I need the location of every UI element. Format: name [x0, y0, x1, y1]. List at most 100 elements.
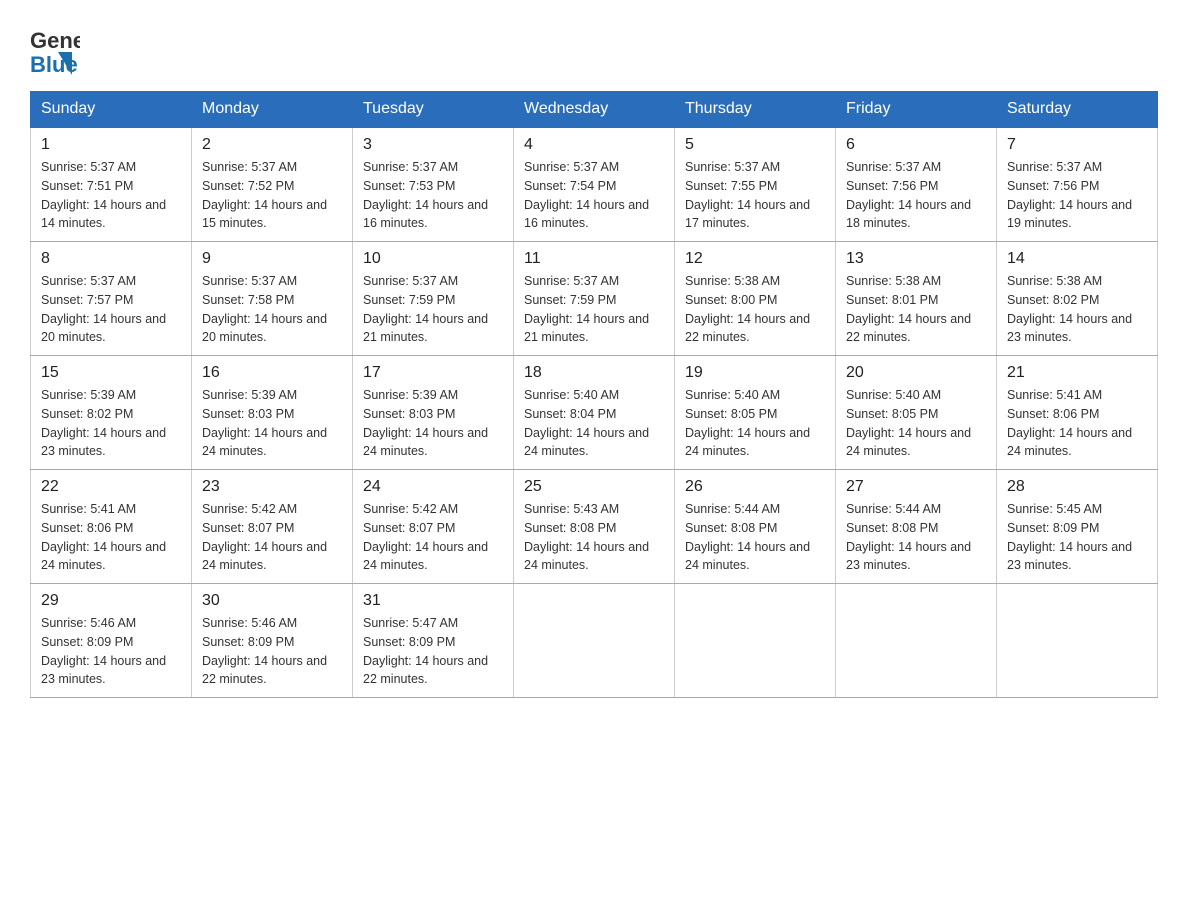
day-number: 13 — [846, 250, 986, 268]
calendar-cell — [514, 584, 675, 698]
day-number: 30 — [202, 592, 342, 610]
svg-text:General: General — [30, 28, 80, 53]
day-info: Sunrise: 5:37 AMSunset: 7:53 PMDaylight:… — [363, 158, 503, 233]
page-header: General Blue — [30, 20, 1158, 81]
day-info: Sunrise: 5:44 AMSunset: 8:08 PMDaylight:… — [685, 500, 825, 575]
day-number: 31 — [363, 592, 503, 610]
day-info: Sunrise: 5:37 AMSunset: 7:58 PMDaylight:… — [202, 272, 342, 347]
day-number: 12 — [685, 250, 825, 268]
day-number: 11 — [524, 250, 664, 268]
calendar-cell: 10 Sunrise: 5:37 AMSunset: 7:59 PMDayligh… — [353, 242, 514, 356]
day-info: Sunrise: 5:40 AMSunset: 8:04 PMDaylight:… — [524, 386, 664, 461]
calendar-cell: 22 Sunrise: 5:41 AMSunset: 8:06 PMDayligh… — [31, 470, 192, 584]
calendar-cell: 7 Sunrise: 5:37 AMSunset: 7:56 PMDaylight… — [997, 127, 1158, 242]
calendar-cell: 21Sunrise: 5:41 AMSunset: 8:06 PMDayligh… — [997, 356, 1158, 470]
day-number: 10 — [363, 250, 503, 268]
day-info: Sunrise: 5:46 AMSunset: 8:09 PMDaylight:… — [41, 614, 181, 689]
calendar-cell: 5 Sunrise: 5:37 AMSunset: 7:55 PMDaylight… — [675, 127, 836, 242]
day-info: Sunrise: 5:37 AMSunset: 7:52 PMDaylight:… — [202, 158, 342, 233]
weekday-header-thursday: Thursday — [675, 92, 836, 128]
weekday-header-sunday: Sunday — [31, 92, 192, 128]
day-info: Sunrise: 5:39 AMSunset: 8:02 PMDaylight:… — [41, 386, 181, 461]
day-info: Sunrise: 5:42 AMSunset: 8:07 PMDaylight:… — [363, 500, 503, 575]
day-number: 9 — [202, 250, 342, 268]
day-info: Sunrise: 5:40 AMSunset: 8:05 PMDaylight:… — [846, 386, 986, 461]
day-number: 1 — [41, 136, 181, 154]
day-number: 6 — [846, 136, 986, 154]
calendar-cell: 27 Sunrise: 5:44 AMSunset: 8:08 PMDayligh… — [836, 470, 997, 584]
calendar-week-row: 29 Sunrise: 5:46 AMSunset: 8:09 PMDayligh… — [31, 584, 1158, 698]
calendar-header-row: SundayMondayTuesdayWednesdayThursdayFrid… — [31, 92, 1158, 128]
day-number: 25 — [524, 478, 664, 496]
calendar-cell: 26 Sunrise: 5:44 AMSunset: 8:08 PMDayligh… — [675, 470, 836, 584]
weekday-header-saturday: Saturday — [997, 92, 1158, 128]
day-info: Sunrise: 5:37 AMSunset: 7:56 PMDaylight:… — [846, 158, 986, 233]
day-info: Sunrise: 5:42 AMSunset: 8:07 PMDaylight:… — [202, 500, 342, 575]
calendar-cell: 17Sunrise: 5:39 AMSunset: 8:03 PMDayligh… — [353, 356, 514, 470]
day-number: 5 — [685, 136, 825, 154]
calendar-cell: 8 Sunrise: 5:37 AMSunset: 7:57 PMDaylight… — [31, 242, 192, 356]
calendar-table: SundayMondayTuesdayWednesdayThursdayFrid… — [30, 91, 1158, 698]
day-number: 4 — [524, 136, 664, 154]
day-number: 19 — [685, 364, 825, 382]
day-number: 16 — [202, 364, 342, 382]
calendar-cell: 16 Sunrise: 5:39 AMSunset: 8:03 PMDayligh… — [192, 356, 353, 470]
day-number: 7 — [1007, 136, 1147, 154]
calendar-cell: 30Sunrise: 5:46 AMSunset: 8:09 PMDayligh… — [192, 584, 353, 698]
calendar-cell — [997, 584, 1158, 698]
day-info: Sunrise: 5:39 AMSunset: 8:03 PMDaylight:… — [363, 386, 503, 461]
calendar-cell: 9 Sunrise: 5:37 AMSunset: 7:58 PMDaylight… — [192, 242, 353, 356]
day-info: Sunrise: 5:38 AMSunset: 8:02 PMDaylight:… — [1007, 272, 1147, 347]
weekday-header-friday: Friday — [836, 92, 997, 128]
day-number: 18 — [524, 364, 664, 382]
calendar-week-row: 22 Sunrise: 5:41 AMSunset: 8:06 PMDayligh… — [31, 470, 1158, 584]
day-info: Sunrise: 5:43 AMSunset: 8:08 PMDaylight:… — [524, 500, 664, 575]
weekday-header-tuesday: Tuesday — [353, 92, 514, 128]
weekday-header-monday: Monday — [192, 92, 353, 128]
day-number: 22 — [41, 478, 181, 496]
day-info: Sunrise: 5:37 AMSunset: 7:51 PMDaylight:… — [41, 158, 181, 233]
day-info: Sunrise: 5:38 AMSunset: 8:00 PMDaylight:… — [685, 272, 825, 347]
day-info: Sunrise: 5:41 AMSunset: 8:06 PMDaylight:… — [41, 500, 181, 575]
day-info: Sunrise: 5:44 AMSunset: 8:08 PMDaylight:… — [846, 500, 986, 575]
calendar-cell: 14Sunrise: 5:38 AMSunset: 8:02 PMDayligh… — [997, 242, 1158, 356]
day-number: 8 — [41, 250, 181, 268]
day-number: 23 — [202, 478, 342, 496]
day-info: Sunrise: 5:37 AMSunset: 7:59 PMDaylight:… — [363, 272, 503, 347]
calendar-cell: 4 Sunrise: 5:37 AMSunset: 7:54 PMDaylight… — [514, 127, 675, 242]
day-info: Sunrise: 5:37 AMSunset: 7:59 PMDaylight:… — [524, 272, 664, 347]
weekday-header-wednesday: Wednesday — [514, 92, 675, 128]
calendar-cell: 18 Sunrise: 5:40 AMSunset: 8:04 PMDayligh… — [514, 356, 675, 470]
calendar-cell — [836, 584, 997, 698]
day-number: 3 — [363, 136, 503, 154]
calendar-cell: 13 Sunrise: 5:38 AMSunset: 8:01 PMDayligh… — [836, 242, 997, 356]
calendar-cell: 25 Sunrise: 5:43 AMSunset: 8:08 PMDayligh… — [514, 470, 675, 584]
calendar-cell: 2 Sunrise: 5:37 AMSunset: 7:52 PMDaylight… — [192, 127, 353, 242]
day-number: 29 — [41, 592, 181, 610]
day-info: Sunrise: 5:37 AMSunset: 7:55 PMDaylight:… — [685, 158, 825, 233]
day-info: Sunrise: 5:37 AMSunset: 7:54 PMDaylight:… — [524, 158, 664, 233]
svg-text:Blue: Blue — [30, 52, 78, 75]
calendar-cell: 24 Sunrise: 5:42 AMSunset: 8:07 PMDayligh… — [353, 470, 514, 584]
day-info: Sunrise: 5:37 AMSunset: 7:56 PMDaylight:… — [1007, 158, 1147, 233]
calendar-cell: 3 Sunrise: 5:37 AMSunset: 7:53 PMDaylight… — [353, 127, 514, 242]
day-number: 28 — [1007, 478, 1147, 496]
day-info: Sunrise: 5:38 AMSunset: 8:01 PMDaylight:… — [846, 272, 986, 347]
day-info: Sunrise: 5:41 AMSunset: 8:06 PMDaylight:… — [1007, 386, 1147, 461]
calendar-cell: 15 Sunrise: 5:39 AMSunset: 8:02 PMDayligh… — [31, 356, 192, 470]
logo: General Blue — [30, 20, 80, 81]
day-number: 2 — [202, 136, 342, 154]
day-info: Sunrise: 5:39 AMSunset: 8:03 PMDaylight:… — [202, 386, 342, 461]
day-number: 27 — [846, 478, 986, 496]
day-info: Sunrise: 5:37 AMSunset: 7:57 PMDaylight:… — [41, 272, 181, 347]
calendar-week-row: 15 Sunrise: 5:39 AMSunset: 8:02 PMDayligh… — [31, 356, 1158, 470]
day-number: 15 — [41, 364, 181, 382]
day-info: Sunrise: 5:47 AMSunset: 8:09 PMDaylight:… — [363, 614, 503, 689]
calendar-cell: 6 Sunrise: 5:37 AMSunset: 7:56 PMDaylight… — [836, 127, 997, 242]
day-number: 26 — [685, 478, 825, 496]
calendar-cell: 19Sunrise: 5:40 AMSunset: 8:05 PMDayligh… — [675, 356, 836, 470]
calendar-cell: 28 Sunrise: 5:45 AMSunset: 8:09 PMDayligh… — [997, 470, 1158, 584]
day-info: Sunrise: 5:45 AMSunset: 8:09 PMDaylight:… — [1007, 500, 1147, 575]
day-number: 24 — [363, 478, 503, 496]
calendar-week-row: 1 Sunrise: 5:37 AMSunset: 7:51 PMDaylight… — [31, 127, 1158, 242]
